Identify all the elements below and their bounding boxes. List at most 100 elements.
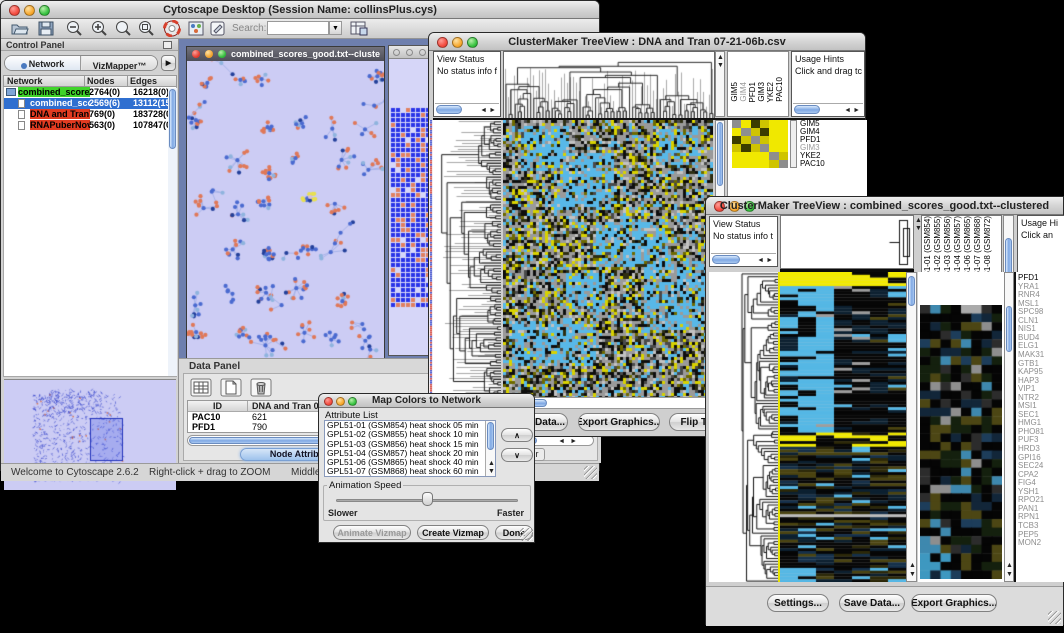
tv1-column-dendrogram[interactable] xyxy=(503,51,715,119)
attribute-list-item[interactable]: GPL51-07 (GSM868) heat shock 60 min xyxy=(325,467,495,476)
attribute-list-item[interactable]: GPL51-03 (GSM856) heat shock 15 min xyxy=(325,440,495,449)
tv1-matrix-cell[interactable] xyxy=(741,144,750,152)
tv1-matrix-cell[interactable] xyxy=(760,144,769,152)
network-list-row[interactable]: DNA and Tran 07769(0)183728(0) xyxy=(4,109,176,120)
tv1-matrix-cell[interactable] xyxy=(732,120,741,128)
tv1-matrix-cell[interactable] xyxy=(779,152,788,160)
network-view-window[interactable]: combined_scores_good.txt--cluste... xyxy=(186,46,385,364)
tv1-matrix-cell[interactable] xyxy=(732,160,741,168)
tv1-matrix-cell[interactable] xyxy=(779,136,788,144)
tv1-matrix-cell[interactable] xyxy=(760,152,769,160)
tv1-top-scrollbar[interactable]: ▲▼ xyxy=(715,51,725,117)
tv1-matrix-cell[interactable] xyxy=(741,160,750,168)
tv1-matrix-cell[interactable] xyxy=(732,152,741,160)
col-nodes[interactable]: Nodes xyxy=(85,75,128,87)
network-canvas[interactable] xyxy=(187,61,384,363)
network-list-row[interactable]: combined_scores2764(0)16218(0) xyxy=(4,87,176,98)
zoom-selected-icon[interactable] xyxy=(137,20,155,37)
id-column-header[interactable]: ID xyxy=(188,401,248,412)
inactive-minimize-icon[interactable] xyxy=(406,49,413,56)
inactive-close-icon[interactable] xyxy=(393,49,400,56)
tv1-matrix-cell[interactable] xyxy=(741,120,750,128)
tv1-matrix-cell[interactable] xyxy=(741,152,750,160)
dialog-titlebar[interactable]: Map Colors to Network xyxy=(319,394,534,408)
tv1-heatmap[interactable] xyxy=(503,120,713,397)
attribute-list-item[interactable]: GPL51-06 (GSM865) heat shock 40 min xyxy=(325,458,495,467)
new-document-icon[interactable] xyxy=(220,378,242,397)
zoom-in-icon[interactable] xyxy=(90,20,108,37)
tv1-matrix-cell[interactable] xyxy=(751,120,760,128)
tv1-matrix-cell[interactable] xyxy=(760,120,769,128)
tv1-matrix-cell[interactable] xyxy=(769,136,778,144)
tv2-gene-dendrogram[interactable] xyxy=(709,272,778,582)
tv1-matrix-cell[interactable] xyxy=(751,144,760,152)
resize-grip[interactable] xyxy=(584,466,597,479)
tab-network[interactable]: Network xyxy=(5,56,81,70)
search-dropdown[interactable]: ▼ xyxy=(329,21,342,35)
tv1-matrix-cell[interactable] xyxy=(779,144,788,152)
tv1-matrix-cell[interactable] xyxy=(769,144,778,152)
network-list-row[interactable]: RNAPuberNov2+l563(0)107847(0) xyxy=(4,120,176,131)
tv1-matrix-cell[interactable] xyxy=(732,128,741,136)
network-view-titlebar[interactable]: combined_scores_good.txt--cluste... xyxy=(187,47,384,61)
inner-close-icon[interactable] xyxy=(192,50,200,58)
tv2-button-settings-[interactable]: Settings... xyxy=(767,594,829,612)
tv1-matrix-cell[interactable] xyxy=(751,152,760,160)
inner-zoom-icon[interactable] xyxy=(218,50,226,58)
tv1-matrix-cell[interactable] xyxy=(769,152,778,160)
float-panel-icon[interactable] xyxy=(163,41,172,49)
tv1-hints-scrollbar[interactable]: ◄► xyxy=(793,103,863,115)
animate-vizmap-button[interactable]: Animate Vizmap xyxy=(333,525,411,540)
tv1-matrix-cell[interactable] xyxy=(760,128,769,136)
dialog-resize-grip[interactable] xyxy=(520,528,533,541)
vizmapper-icon[interactable] xyxy=(188,21,204,36)
tv1-matrix-cell[interactable] xyxy=(741,128,750,136)
tv1-matrix-cell[interactable] xyxy=(732,136,741,144)
network-list-row[interactable]: combined_sco2569(6)13112(15) xyxy=(4,98,176,109)
tv1-matrix-cell[interactable] xyxy=(769,128,778,136)
tab-overflow-button[interactable]: ▶ xyxy=(161,55,176,71)
inactive-zoom-icon[interactable] xyxy=(419,49,426,56)
tv1-matrix-cell[interactable] xyxy=(760,136,769,144)
attribute-list-item[interactable]: GPL51-01 (GSM854) heat shock 05 min xyxy=(325,421,495,430)
col-edges[interactable]: Edges xyxy=(128,75,177,87)
create-vizmap-button[interactable]: Create Vizmap xyxy=(417,525,489,540)
tv2-button-export-graphics-[interactable]: Export Graphics... xyxy=(911,594,997,612)
move-down-button[interactable]: ∨ xyxy=(501,448,533,462)
tv2-right-vscrollbar[interactable]: ▲▼ xyxy=(1004,272,1014,582)
tv1-titlebar[interactable]: ClusterMaker TreeView : DNA and Tran 07-… xyxy=(429,33,865,51)
attribute-list-item[interactable]: GPL51-02 (GSM855) heat shock 10 min xyxy=(325,430,495,439)
table-icon[interactable] xyxy=(190,378,212,397)
open-folder-icon[interactable] xyxy=(11,21,29,36)
tv2-button-save-data-[interactable]: Save Data... xyxy=(839,594,905,612)
search-input[interactable] xyxy=(267,21,329,35)
attribute-list-item[interactable]: GPL51-04 (GSM857) heat shock 20 min xyxy=(325,449,495,458)
zoom-fit-icon[interactable] xyxy=(114,20,132,37)
save-icon[interactable] xyxy=(38,21,54,36)
tv1-matrix-cell[interactable] xyxy=(779,128,788,136)
tv2-main-vscrollbar[interactable]: ▲▼ xyxy=(906,272,917,582)
tv1-matrix-cell[interactable] xyxy=(760,160,769,168)
tv1-matrix-cell[interactable] xyxy=(741,136,750,144)
main-titlebar[interactable]: Cytoscape Desktop (Session Name: collins… xyxy=(1,1,599,19)
tv1-gene-dendrogram[interactable] xyxy=(433,120,501,397)
tv1-matrix-cell[interactable] xyxy=(769,120,778,128)
help-lifebuoy-icon[interactable] xyxy=(163,20,181,37)
inner-minimize-icon[interactable] xyxy=(205,50,213,58)
tv1-matrix-cell[interactable] xyxy=(779,120,788,128)
col-network[interactable]: Network xyxy=(3,75,85,87)
tv1-matrix-cell[interactable] xyxy=(732,144,741,152)
adjacency-grid-view[interactable] xyxy=(390,107,432,309)
tv1-status-scrollbar[interactable]: ◄► xyxy=(435,103,499,115)
trash-icon[interactable] xyxy=(250,378,272,397)
tv2-resize-grip[interactable] xyxy=(1048,611,1061,624)
tv1-matrix-cell[interactable] xyxy=(779,160,788,168)
tv1-correlation-matrix[interactable] xyxy=(732,120,788,168)
speed-slider-thumb[interactable] xyxy=(422,492,433,506)
tv2-titlebar[interactable]: ClusterMaker TreeView : combined_scores_… xyxy=(706,197,1063,215)
table-import-icon[interactable] xyxy=(350,20,368,36)
tv2-right-heatmap[interactable] xyxy=(920,305,1002,579)
tv1-matrix-scrollbar[interactable] xyxy=(790,120,797,168)
matrix-view-titlebar[interactable] xyxy=(389,46,433,59)
zoom-out-icon[interactable] xyxy=(65,20,83,37)
